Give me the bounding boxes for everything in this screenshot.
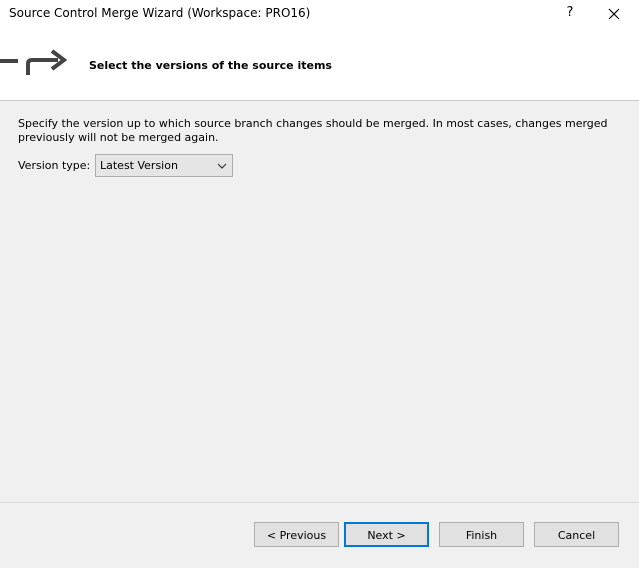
previous-button[interactable]: < Previous [254, 522, 339, 547]
wizard-header: Select the versions of the source items [0, 28, 639, 101]
footer-separator [0, 502, 639, 503]
window-title: Source Control Merge Wizard (Workspace: … [9, 6, 311, 20]
merge-wizard-window: Source Control Merge Wizard (Workspace: … [0, 0, 639, 568]
version-type-value: Latest Version [100, 159, 178, 172]
version-type-select[interactable]: Latest Version [95, 154, 233, 177]
step-title: Select the versions of the source items [89, 59, 332, 72]
finish-button[interactable]: Finish [439, 522, 524, 547]
version-type-label: Version type: [18, 159, 91, 172]
cancel-button[interactable]: Cancel [534, 522, 619, 547]
title-bar: Source Control Merge Wizard (Workspace: … [0, 0, 639, 28]
close-button[interactable] [592, 0, 636, 28]
chevron-down-icon [217, 163, 227, 169]
next-button[interactable]: Next > [344, 522, 429, 547]
close-icon [608, 8, 620, 20]
help-button[interactable]: ? [548, 0, 592, 28]
step-description: Specify the version up to which source b… [18, 117, 608, 144]
merge-arrow-icon [0, 49, 68, 75]
